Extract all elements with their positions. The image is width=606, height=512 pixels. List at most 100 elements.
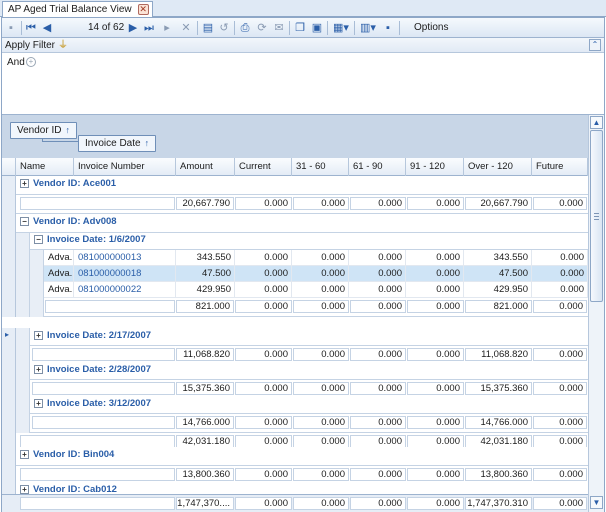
cell-name[interactable]: Adva... xyxy=(44,266,74,282)
email-icon[interactable]: ✉ xyxy=(273,21,285,35)
column-header-amount[interactable]: Amount xyxy=(176,158,235,176)
cell-over-120[interactable]: 343.550 xyxy=(464,250,532,266)
cell-future[interactable]: 0.000 xyxy=(532,250,588,266)
cell-name[interactable]: Adva... xyxy=(44,250,74,266)
column-header-31-60[interactable]: 31 - 60 xyxy=(292,158,349,176)
expand-icon[interactable]: + xyxy=(20,450,29,459)
group-row-invoice-date-2-28-2007[interactable]: + Invoice Date: 2/28/2007 xyxy=(2,362,588,380)
options-menu[interactable]: Options xyxy=(414,21,448,35)
cell-future[interactable]: 0.000 xyxy=(532,266,588,282)
toolbar-separator xyxy=(399,21,400,35)
group-header[interactable]: + Invoice Date: 2/28/2007 xyxy=(30,362,588,380)
cell-31-60[interactable]: 0.000 xyxy=(292,282,349,298)
cell-amount[interactable]: 47.500 xyxy=(176,266,235,282)
last-record-icon[interactable]: ⏭ xyxy=(144,21,154,35)
close-icon[interactable]: ✕ xyxy=(137,4,149,15)
next-record-icon[interactable]: ▶ xyxy=(128,21,138,35)
table-row-selected[interactable]: Adva... 081000000018 47.500 0.000 0.000 … xyxy=(2,266,588,282)
collapse-panel-icon[interactable]: ⌃ xyxy=(589,39,601,51)
group-header[interactable]: − Vendor ID: Adv008 xyxy=(16,214,588,233)
group-header[interactable]: + Invoice Date: 2/17/2007 xyxy=(30,328,588,346)
row-indicator xyxy=(2,414,16,433)
cell-61-90[interactable]: 0.000 xyxy=(349,250,406,266)
cell-current[interactable]: 0.000 xyxy=(235,266,292,282)
tab-ap-aged-trial-balance[interactable]: AP Aged Trial Balance View ✕ xyxy=(2,1,153,17)
cell-name[interactable]: Adva... xyxy=(44,282,74,298)
edit-icon[interactable]: ▤ xyxy=(202,21,214,35)
group-row-invoice-date-3-12-2007[interactable]: + Invoice Date: 3/12/2007 xyxy=(2,396,588,414)
refresh-icon[interactable]: ⟳ xyxy=(256,21,268,35)
add-condition-icon[interactable]: + xyxy=(26,57,36,67)
undo-icon[interactable]: ↺ xyxy=(218,21,230,35)
expand-icon[interactable]: + xyxy=(34,331,43,340)
group-row-invoice-date-2-17-2007[interactable]: + Invoice Date: 2/17/2007 xyxy=(2,328,588,346)
collapse-icon[interactable]: − xyxy=(34,235,43,244)
group-header[interactable]: + Vendor ID: Bin004 xyxy=(16,447,588,466)
group-indent xyxy=(30,298,44,317)
cell-invoice-number[interactable]: 081000000018 xyxy=(74,266,176,282)
column-header-current[interactable]: Current xyxy=(235,158,292,176)
group-header[interactable]: − Invoice Date: 1/6/2007 xyxy=(30,233,588,250)
group-row-vendor-adv008[interactable]: − Vendor ID: Adv008 xyxy=(2,214,588,233)
cell-over-120[interactable]: 47.500 xyxy=(464,266,532,282)
column-header-future[interactable]: Future xyxy=(532,158,588,176)
export-dropdown-icon[interactable]: ▦▾ xyxy=(332,21,350,35)
apply-filter-header[interactable]: Apply Filter ⏚ ⌃ xyxy=(2,38,604,53)
column-header-61-90[interactable]: 61 - 90 xyxy=(349,158,406,176)
expand-icon[interactable]: + xyxy=(34,365,43,374)
chart-dropdown-icon[interactable]: ▥▾ xyxy=(359,21,377,35)
page-position: 14 of 62 xyxy=(88,22,125,33)
cell-invoice-number[interactable]: 081000000013 xyxy=(74,250,176,266)
new-record-icon[interactable]: ▸ xyxy=(162,21,172,35)
aged-trial-balance-grid: Name Invoice Number Amount Current 31 - … xyxy=(2,158,588,512)
filter-and-operator[interactable]: And xyxy=(7,57,25,69)
cell-91-120[interactable]: 0.000 xyxy=(406,282,464,298)
save-icon[interactable]: ▪ xyxy=(5,21,17,35)
total-31-60: 0.000 xyxy=(293,497,349,510)
expand-icon[interactable]: + xyxy=(34,399,43,408)
group-row-vendor-ace001[interactable]: + Vendor ID: Ace001 xyxy=(2,176,588,195)
cell-91-120[interactable]: 0.000 xyxy=(406,250,464,266)
cell-61-90[interactable]: 0.000 xyxy=(349,266,406,282)
scroll-down-button[interactable]: ▼ xyxy=(590,496,603,509)
filter-editor[interactable]: And + xyxy=(2,53,604,115)
column-header-invoice-number[interactable]: Invoice Number xyxy=(74,158,176,176)
first-record-icon[interactable]: ⏮ xyxy=(26,21,36,35)
collapse-icon[interactable]: − xyxy=(20,217,29,226)
scroll-thumb[interactable] xyxy=(590,130,603,302)
group-header[interactable]: + Vendor ID: Ace001 xyxy=(16,176,588,195)
cell-current[interactable]: 0.000 xyxy=(235,250,292,266)
cell-amount[interactable]: 429.950 xyxy=(176,282,235,298)
layout-icon[interactable]: ▪ xyxy=(382,21,394,35)
cell-invoice-number[interactable]: 081000000022 xyxy=(74,282,176,298)
expand-icon[interactable]: + xyxy=(20,179,29,188)
delete-icon[interactable]: ✕ xyxy=(180,21,192,35)
table-row[interactable]: Adva... 081000000022 429.950 0.000 0.000… xyxy=(2,282,588,298)
group-chip-invoice-date[interactable]: Invoice Date ↑ xyxy=(78,135,157,152)
cell-91-120[interactable]: 0.000 xyxy=(406,266,464,282)
column-header-name[interactable]: Name xyxy=(16,158,74,176)
column-header-over-120[interactable]: Over - 120 xyxy=(464,158,532,176)
group-header[interactable]: + Invoice Date: 3/12/2007 xyxy=(30,396,588,414)
copy-icon[interactable]: ❐ xyxy=(294,21,306,35)
summary-future: 0.000 xyxy=(533,348,587,361)
cell-current[interactable]: 0.000 xyxy=(235,282,292,298)
print-preview-icon[interactable]: ⎙ xyxy=(239,21,251,35)
cell-61-90[interactable]: 0.000 xyxy=(349,282,406,298)
table-row[interactable]: Adva... 081000000013 343.550 0.000 0.000… xyxy=(2,250,588,266)
sort-ascending-icon: ↑ xyxy=(65,125,70,135)
cell-31-60[interactable]: 0.000 xyxy=(292,266,349,282)
group-row-vendor-bin004[interactable]: + Vendor ID: Bin004 xyxy=(2,447,588,466)
scroll-up-button[interactable]: ▲ xyxy=(590,116,603,129)
cell-amount[interactable]: 343.550 xyxy=(176,250,235,266)
vertical-scrollbar[interactable]: ▲ ▼ xyxy=(588,115,604,512)
group-row-invoice-date-1-6-2007[interactable]: − Invoice Date: 1/6/2007 xyxy=(2,233,588,250)
cell-over-120[interactable]: 429.950 xyxy=(464,282,532,298)
group-chip-vendor-id[interactable]: Vendor ID ↑ xyxy=(10,122,77,139)
cell-future[interactable]: 0.000 xyxy=(532,282,588,298)
cell-31-60[interactable]: 0.000 xyxy=(292,250,349,266)
column-header-91-120[interactable]: 91 - 120 xyxy=(406,158,464,176)
expand-icon[interactable]: + xyxy=(20,485,29,494)
previous-record-icon[interactable]: ◀ xyxy=(42,21,52,35)
paste-icon[interactable]: ▣ xyxy=(311,21,323,35)
